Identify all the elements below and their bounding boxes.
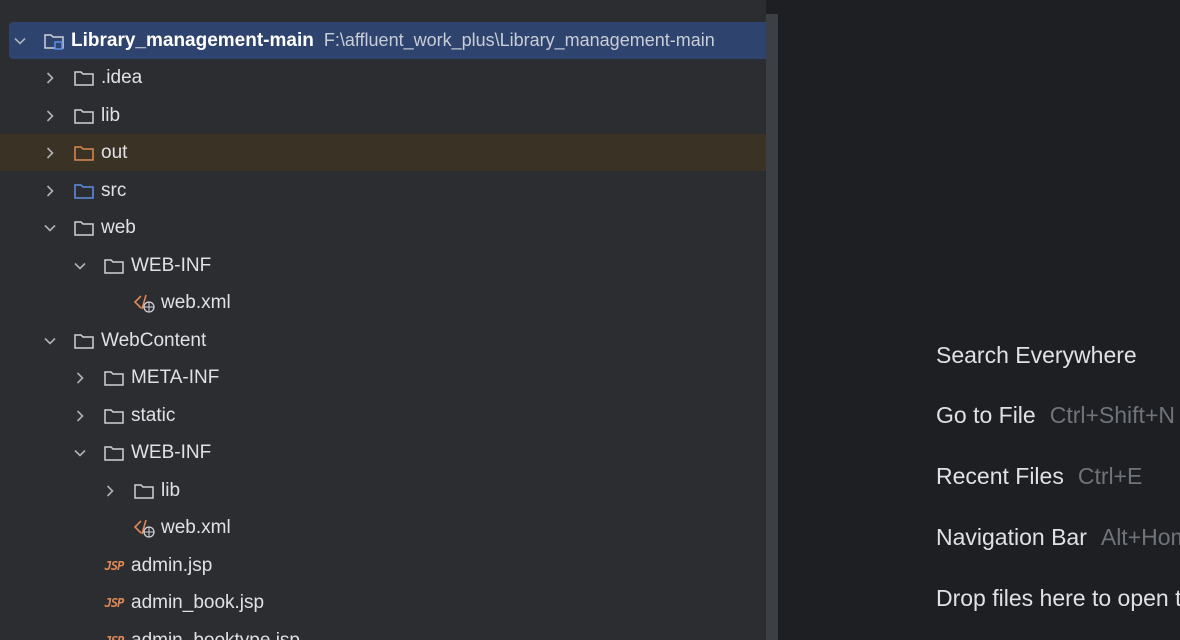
hint-label: Go to File xyxy=(936,401,1036,428)
tree-item-meta-inf[interactable]: META-INF xyxy=(0,359,766,396)
folder-icon xyxy=(103,255,125,277)
chevron-down-icon[interactable] xyxy=(73,259,87,273)
folder-icon xyxy=(103,405,125,427)
project-path: F:\affluent_work_plus\Library_management… xyxy=(323,30,715,50)
tree-item-web-inf[interactable]: WEB-INF xyxy=(0,247,766,284)
tree-item-label: WEB-INF xyxy=(131,441,212,463)
tree-item-label: admin_book.jsp xyxy=(131,591,265,613)
tree-item-idea[interactable]: .idea xyxy=(0,59,766,96)
tree-item-label: .idea xyxy=(101,66,143,88)
tree-item-webcontent-web-inf[interactable]: WEB-INF xyxy=(0,434,766,471)
folder-icon xyxy=(73,330,95,352)
folder-icon xyxy=(73,217,95,239)
tree-item-admin-jsp[interactable]: JSP admin.jsp xyxy=(0,547,766,584)
jsp-file-icon: JSP xyxy=(103,592,125,614)
folder-icon xyxy=(133,480,155,502)
chevron-right-icon[interactable] xyxy=(43,184,57,198)
ide-window: Library_management-main F:\affluent_work… xyxy=(0,0,1180,640)
jsp-file-icon: JSP xyxy=(103,630,125,640)
tree-item-out[interactable]: out xyxy=(0,134,766,171)
hint-shortcut: Ctrl+Shift+N xyxy=(1049,401,1175,428)
tree-item-label: WEB-INF xyxy=(131,254,212,276)
editor-empty-state: Search Everywhere Go to File Ctrl+Shift+… xyxy=(778,0,1180,640)
chevron-down-icon[interactable] xyxy=(73,446,87,460)
project-name: Library_management-main xyxy=(71,29,314,51)
xml-file-icon xyxy=(133,517,155,539)
folder-icon xyxy=(103,367,125,389)
folder-excluded-icon xyxy=(73,142,95,164)
chevron-right-icon[interactable] xyxy=(103,484,117,498)
chevron-right-icon[interactable] xyxy=(43,71,57,85)
tree-item-label: src xyxy=(101,179,127,201)
module-folder-icon xyxy=(43,30,65,52)
hint-drop-files: Drop files here to open them xyxy=(936,581,1180,615)
folder-icon xyxy=(103,442,125,464)
tree-item-webcontent-web-xml[interactable]: web.xml xyxy=(0,509,766,546)
hint-search-everywhere: Search Everywhere xyxy=(936,338,1137,372)
hint-shortcut: Ctrl+E xyxy=(1077,462,1143,489)
hint-label: Navigation Bar xyxy=(936,523,1087,550)
hint-go-to-file: Go to File Ctrl+Shift+N xyxy=(936,398,1175,432)
tree-item-static[interactable]: static xyxy=(0,397,766,434)
chevron-down-icon[interactable] xyxy=(13,34,27,48)
tree-item-webcontent-lib[interactable]: lib xyxy=(0,472,766,509)
jsp-badge: JSP xyxy=(105,634,125,640)
jsp-badge: JSP xyxy=(104,595,125,610)
chevron-down-icon[interactable] xyxy=(43,221,57,235)
tree-item-label: admin_booktype.jsp xyxy=(131,629,300,640)
tree-item-label: lib xyxy=(161,479,181,501)
jsp-file-icon: JSP xyxy=(103,555,125,577)
tree-item-label: out xyxy=(101,141,128,163)
hint-label: Search Everywhere xyxy=(936,341,1137,368)
folder-icon xyxy=(73,67,95,89)
chevron-right-icon[interactable] xyxy=(73,409,87,423)
tree-item-admin-book-jsp[interactable]: JSP admin_book.jsp xyxy=(0,584,766,621)
tree-item-src[interactable]: src xyxy=(0,172,766,209)
tree-root-row[interactable]: Library_management-main F:\affluent_work… xyxy=(9,22,766,59)
hint-navigation-bar: Navigation Bar Alt+Home xyxy=(936,520,1180,554)
hint-recent-files: Recent Files Ctrl+E xyxy=(936,459,1142,493)
jsp-badge: JSP xyxy=(104,558,125,573)
tree-item-label: WebContent xyxy=(101,329,207,351)
folder-icon xyxy=(73,105,95,127)
hint-shortcut: Alt+Home xyxy=(1100,523,1180,550)
tree-item-admin-booktype-jsp[interactable]: JSP admin_booktype.jsp xyxy=(0,622,766,640)
tree-item-web-xml[interactable]: web.xml xyxy=(0,284,766,321)
folder-source-icon xyxy=(73,180,95,202)
tree-item-label: web xyxy=(101,216,136,238)
tree-item-label: META-INF xyxy=(131,366,220,388)
tree-item-webcontent[interactable]: WebContent xyxy=(0,322,766,359)
chevron-down-icon[interactable] xyxy=(43,334,57,348)
hint-label: Recent Files xyxy=(936,462,1064,489)
xml-file-icon xyxy=(133,292,155,314)
tree-item-label: lib xyxy=(101,104,121,126)
chevron-right-icon[interactable] xyxy=(73,371,87,385)
project-tree-scrollbar[interactable] xyxy=(766,14,778,640)
tree-item-label: web.xml xyxy=(161,291,231,313)
tree-item-label: admin.jsp xyxy=(131,554,213,576)
tree-item-label: web.xml xyxy=(161,516,231,538)
tree-item-web[interactable]: web xyxy=(0,209,766,246)
tree-item-label: static xyxy=(131,404,176,426)
hint-label: Drop files here to open them xyxy=(936,584,1180,611)
tree-item-lib[interactable]: lib xyxy=(0,97,766,134)
chevron-right-icon[interactable] xyxy=(43,109,57,123)
project-tree-panel: Library_management-main F:\affluent_work… xyxy=(0,0,766,640)
chevron-right-icon[interactable] xyxy=(43,146,57,160)
